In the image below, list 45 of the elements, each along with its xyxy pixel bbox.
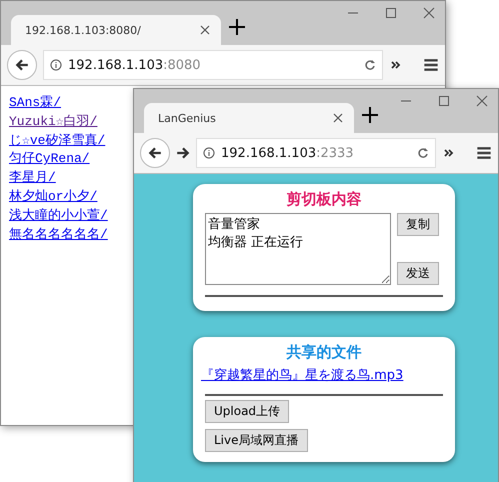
action-button[interactable]: Live局域网直播 — [205, 429, 308, 452]
folder-link[interactable]: 李星月/ — [9, 169, 56, 188]
folder-link[interactable]: じ☆ve矽泽雪真/ — [9, 132, 106, 150]
reload-icon[interactable] — [364, 59, 376, 71]
action-button[interactable]: 复制 — [397, 213, 439, 236]
address-bar[interactable]: 192.168.1.103:8080 — [43, 50, 383, 80]
chevron-icon[interactable] — [442, 147, 456, 159]
menu-icon[interactable] — [423, 57, 439, 73]
back-arrow-icon — [148, 146, 162, 160]
close-icon[interactable] — [332, 112, 344, 124]
folder-link[interactable]: 林夕灿or小夕/ — [9, 188, 98, 207]
tab-title: 192.168.1.103:8080/ — [25, 24, 141, 36]
back-arrow-icon — [15, 58, 29, 72]
card-title: 共享的文件 — [286, 343, 362, 362]
info-icon — [203, 147, 215, 159]
back-button[interactable] — [140, 138, 170, 168]
close-icon[interactable] — [199, 24, 211, 36]
folder-link[interactable]: SAns霖/ — [9, 94, 62, 113]
folder-link[interactable]: Yuzuki☆白羽/ — [9, 112, 98, 132]
browser-tab[interactable]: 192.168.1.103:8080/ — [11, 15, 221, 45]
close-icon[interactable] — [423, 7, 435, 19]
maximize-icon[interactable] — [385, 7, 397, 19]
address-bar[interactable]: 192.168.1.103:2333 — [196, 138, 436, 168]
maximize-icon[interactable] — [438, 95, 450, 107]
close-icon[interactable] — [476, 95, 488, 107]
browser-tab[interactable]: LanGenius — [144, 103, 354, 133]
action-button[interactable]: 发送 — [397, 262, 439, 285]
new-tab-icon[interactable] — [362, 107, 378, 123]
action-button[interactable]: Upload上传 — [205, 400, 290, 423]
card-title: 剪切板内容 — [286, 190, 362, 209]
reload-icon[interactable] — [417, 147, 429, 159]
folder-link[interactable]: 匀仔CyRena/ — [9, 150, 90, 170]
chevron-icon[interactable] — [389, 59, 403, 71]
folder-link[interactable]: 無名名名名名名/ — [9, 226, 108, 244]
folder-link[interactable]: 浅大瞳的小小萱/ — [9, 206, 108, 226]
new-tab-icon[interactable] — [229, 19, 245, 35]
back-button[interactable] — [7, 50, 37, 80]
url-text: 192.168.1.103:2333 — [221, 146, 355, 160]
file-link[interactable]: 『穿越繁星的鸟』星を渡る鸟.mp3 — [201, 366, 443, 384]
tab-title: LanGenius — [158, 112, 216, 124]
clipboard-textarea[interactable]: 音量管家 均衡器 正在运行 — [205, 213, 391, 285]
menu-icon[interactable] — [476, 145, 492, 161]
info-icon — [50, 59, 62, 71]
forward-icon[interactable] — [176, 146, 190, 160]
url-text: 192.168.1.103:8080 — [68, 58, 202, 72]
